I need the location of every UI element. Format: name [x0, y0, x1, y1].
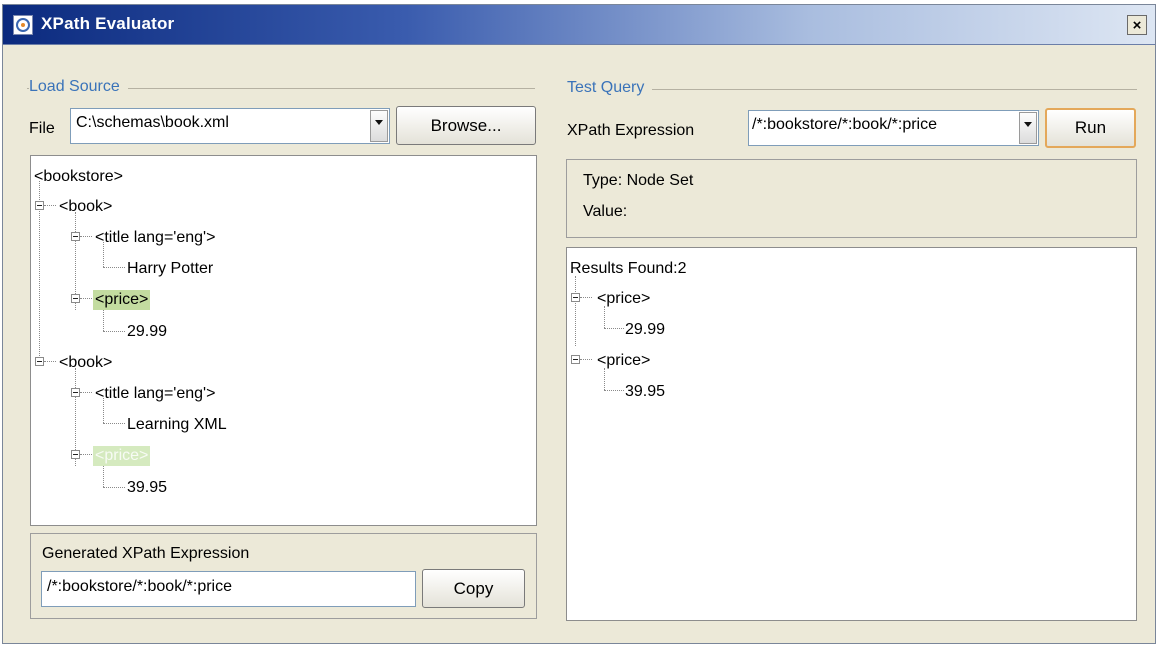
results-tree[interactable]: Results Found:2 <price> 29.99 <price> 39… — [566, 247, 1137, 621]
result-node-text[interactable]: 29.99 — [625, 321, 665, 339]
xpath-evaluator-window: XPath Evaluator × Load Source File C:\sc… — [2, 4, 1156, 644]
test-query-label: Test Query — [567, 79, 653, 97]
xpath-expression-value: /*:bookstore/*:book/*:price — [752, 116, 937, 133]
tree-line — [580, 359, 592, 360]
tree-node-book[interactable]: <book> — [59, 198, 112, 216]
tree-node-text[interactable]: Learning XML — [127, 416, 227, 434]
title-bar[interactable]: XPath Evaluator × — [3, 5, 1155, 45]
collapse-icon[interactable] — [71, 388, 80, 397]
tree-node-price-highlighted[interactable]: <price> — [93, 446, 151, 466]
tree-line — [44, 205, 56, 206]
source-tree[interactable]: <bookstore> <book> <title lang='eng'> Ha… — [30, 155, 537, 526]
result-node-price[interactable]: <price> — [597, 290, 650, 308]
run-button[interactable]: Run — [1045, 108, 1136, 148]
tree-line — [103, 331, 125, 332]
tree-line — [80, 298, 92, 299]
tree-node-title[interactable]: <title lang='eng'> — [95, 229, 215, 247]
collapse-icon[interactable] — [35, 201, 44, 210]
result-node-price[interactable]: <price> — [597, 352, 650, 370]
results-count: Results Found:2 — [570, 260, 687, 277]
generated-xpath-label: Generated XPath Expression — [42, 545, 250, 562]
expression-dropdown-arrow[interactable] — [1019, 112, 1037, 144]
tree-line — [604, 328, 624, 329]
file-combo[interactable]: C:\schemas\book.xml — [70, 108, 390, 144]
tree-line — [80, 454, 92, 455]
tree-node-text[interactable]: 29.99 — [127, 323, 167, 341]
window-title: XPath Evaluator — [41, 14, 175, 33]
collapse-icon[interactable] — [71, 232, 80, 241]
tree-node-text[interactable]: 39.95 — [127, 479, 167, 497]
xpath-expression-label: XPath Expression — [567, 122, 695, 139]
tree-line — [604, 306, 605, 328]
tree-line — [80, 392, 92, 393]
tree-line — [604, 390, 624, 391]
generated-xpath-value: /*:bookstore/*:book/*:price — [47, 578, 232, 595]
close-icon: × — [1132, 16, 1142, 34]
file-dropdown-arrow[interactable] — [370, 110, 388, 142]
tree-line — [44, 361, 56, 362]
tree-line — [580, 297, 592, 298]
collapse-icon[interactable] — [71, 450, 80, 459]
file-path-value: C:\schemas\book.xml — [76, 114, 229, 131]
collapse-icon[interactable] — [71, 294, 80, 303]
generated-xpath-group: Generated XPath Expression /*:bookstore/… — [30, 533, 537, 619]
tree-node-book[interactable]: <book> — [59, 354, 112, 372]
collapse-icon[interactable] — [35, 357, 44, 366]
tree-node-bookstore[interactable]: <bookstore> — [34, 168, 123, 186]
result-value-text: Value: — [583, 203, 628, 220]
copy-button[interactable]: Copy — [422, 569, 525, 608]
collapse-icon[interactable] — [571, 293, 580, 302]
test-query-divider — [567, 89, 1137, 90]
tree-line — [575, 276, 576, 346]
file-label: File — [29, 120, 55, 137]
xpath-expression-combo[interactable]: /*:bookstore/*:book/*:price — [748, 110, 1039, 146]
close-button[interactable]: × — [1127, 15, 1147, 35]
tree-node-title[interactable]: <title lang='eng'> — [95, 385, 215, 403]
tree-line — [103, 267, 125, 268]
result-node-text[interactable]: 39.95 — [625, 383, 665, 401]
result-type-text: Type: Node Set — [583, 172, 694, 189]
app-icon — [13, 15, 33, 35]
load-source-label: Load Source — [29, 78, 128, 96]
tree-line — [103, 423, 125, 424]
tree-line — [80, 236, 92, 237]
tree-line — [604, 368, 605, 390]
generated-xpath-field[interactable]: /*:bookstore/*:book/*:price — [41, 571, 416, 607]
tree-node-price-selected[interactable]: <price> — [93, 290, 151, 310]
tree-line — [103, 487, 125, 488]
query-info-panel: Type: Node Set Value: — [566, 159, 1137, 238]
browse-button[interactable]: Browse... — [396, 106, 536, 145]
collapse-icon[interactable] — [571, 355, 580, 364]
tree-node-text[interactable]: Harry Potter — [127, 260, 213, 278]
